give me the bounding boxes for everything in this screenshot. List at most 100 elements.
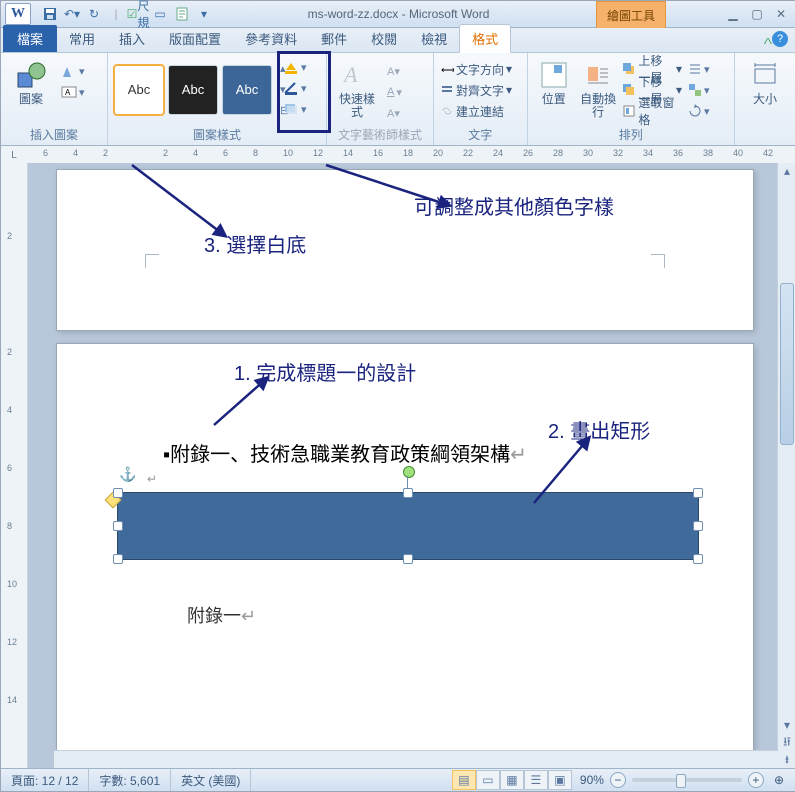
svg-text:⟷: ⟷: [441, 65, 454, 76]
zoom-knob[interactable]: [676, 774, 686, 788]
rotate-icon[interactable]: ▾: [686, 101, 728, 121]
edit-shape-icon[interactable]: ▾: [59, 61, 101, 81]
status-bar: 頁面: 12 / 12 字數: 5,601 英文 (美國) ▤ ▭ ▦ ☰ ▣ …: [1, 768, 795, 791]
rotate-handle[interactable]: [403, 466, 415, 478]
selection-pane-button[interactable]: 選取窗格: [622, 101, 682, 121]
contextual-tab-label: 繪圖工具: [596, 1, 666, 28]
tab-view[interactable]: 檢視: [409, 25, 459, 52]
text-direction-button[interactable]: ⟷文字方向▾: [440, 59, 512, 79]
selection-handle[interactable]: [113, 554, 123, 564]
style-swatch-2[interactable]: Abc: [168, 65, 218, 115]
redo-icon[interactable]: ↻: [85, 5, 103, 23]
shapes-button[interactable]: 圖案: [7, 55, 55, 110]
style-swatch-3[interactable]: Abc: [222, 65, 272, 115]
tab-review[interactable]: 校閱: [359, 25, 409, 52]
shape-fill-icon[interactable]: ▾: [281, 57, 323, 77]
size-label: 大小: [753, 93, 777, 106]
group-arrange: 位置 自動換行 上移一層▾ 下移一層▾ 選取窗格 ▾ ▾ ▾ 排列: [528, 53, 735, 145]
group-label-insert: 插入圖案: [7, 124, 101, 145]
help-icon[interactable]: ?: [772, 31, 788, 47]
view-draft-icon[interactable]: ▣: [548, 770, 572, 790]
style-swatch-1[interactable]: Abc: [114, 65, 164, 115]
selection-handle[interactable]: [113, 521, 123, 531]
selection-handle[interactable]: [403, 488, 413, 498]
crop-mark-icon: [649, 254, 665, 270]
group-label-text: 文字: [440, 124, 521, 145]
shape-outline-icon[interactable]: ▾: [281, 78, 323, 98]
new-icon[interactable]: ▭: [151, 5, 169, 23]
zoom-in-icon[interactable]: +: [748, 772, 764, 788]
scroll-thumb[interactable]: [780, 283, 794, 445]
anchor-icon[interactable]: ⚓: [119, 466, 136, 483]
tab-file[interactable]: 檔案: [3, 25, 57, 52]
crop-mark-icon: [145, 254, 161, 270]
title-bar: W ↶▾ ↻ | ☑尺規 ▭ ▾ ms-word-zz.docx - Micro…: [1, 1, 795, 28]
app-icon[interactable]: W: [5, 3, 31, 25]
next-page-icon[interactable]: ⭽: [778, 753, 795, 769]
body-text[interactable]: 附錄一↵: [187, 602, 256, 628]
viewport[interactable]: ▪附錄一、技術急職業教育政策綱領架構↵ ⚓ ↵ 附錄一↵: [28, 163, 795, 769]
tab-references[interactable]: 參考資料: [233, 25, 309, 52]
shape-effects-icon[interactable]: ▾: [281, 99, 323, 119]
tab-home[interactable]: 常用: [57, 25, 107, 52]
vertical-scrollbar[interactable]: ▴ ▾ ⭿ ⭽: [777, 163, 795, 769]
restore-icon[interactable]: ▢: [748, 7, 766, 21]
align-icon[interactable]: ▾: [686, 59, 728, 79]
wrap-button[interactable]: 自動換行: [578, 55, 618, 123]
ruler-toggle[interactable]: ☑尺規: [129, 5, 147, 23]
quick-styles-button: A 快速樣式: [333, 55, 381, 123]
undo-icon[interactable]: ↶▾: [63, 5, 81, 23]
tab-mailings[interactable]: 郵件: [309, 25, 359, 52]
scroll-up-icon[interactable]: ▴: [778, 163, 795, 179]
position-label: 位置: [542, 93, 566, 106]
rectangle-shape[interactable]: [117, 492, 699, 560]
group-label-arrange: 排列: [534, 124, 728, 145]
zoom-controls: 90% − + ⊕: [572, 772, 795, 788]
page-icon[interactable]: [173, 5, 191, 23]
group-size: 大小: [735, 53, 795, 145]
page-indicator[interactable]: 頁面: 12 / 12: [1, 769, 89, 791]
tab-insert[interactable]: 插入: [107, 25, 157, 52]
minimize-icon[interactable]: ▁: [724, 7, 742, 21]
group-label-styles: 圖案樣式: [114, 124, 320, 145]
close-icon[interactable]: ✕: [772, 7, 790, 21]
selection-handle[interactable]: [693, 521, 703, 531]
save-icon[interactable]: [41, 5, 59, 23]
textbox-icon[interactable]: A▾: [59, 82, 101, 102]
prev-page-icon[interactable]: ⭿: [778, 735, 795, 751]
group-label-size: [741, 141, 789, 145]
ribbon: 圖案 ▾ A▾ 插入圖案 Abc Abc Abc ▴ ▾ ⊟ 圖: [1, 53, 795, 146]
align-text-button[interactable]: 對齊文字▾: [440, 80, 512, 100]
position-icon: [538, 59, 570, 91]
size-button[interactable]: 大小: [741, 55, 789, 110]
view-read-icon[interactable]: ▭: [476, 770, 500, 790]
zoom-slider[interactable]: [632, 778, 742, 782]
view-web-icon[interactable]: ▦: [500, 770, 524, 790]
zoom-level[interactable]: 90%: [580, 773, 604, 787]
tab-format[interactable]: 格式: [459, 24, 511, 53]
tab-layout[interactable]: 版面配置: [157, 25, 233, 52]
selection-handle[interactable]: [693, 554, 703, 564]
view-buttons: ▤ ▭ ▦ ☰ ▣: [452, 770, 572, 790]
selection-handle[interactable]: [403, 554, 413, 564]
view-outline-icon[interactable]: ☰: [524, 770, 548, 790]
group-icon[interactable]: ▾: [686, 80, 728, 100]
selection-handle[interactable]: [113, 488, 123, 498]
window-title: ms-word-zz.docx - Microsoft Word: [308, 7, 490, 21]
quick-styles-label: 快速樣式: [335, 93, 379, 119]
page-current[interactable]: ▪附錄一、技術急職業教育政策綱領架構↵ ⚓ ↵ 附錄一↵: [56, 343, 754, 765]
selection-handle[interactable]: [693, 488, 703, 498]
language-indicator[interactable]: 英文 (美國): [171, 769, 251, 791]
ribbon-tabs: 檔案 常用 插入 版面配置 參考資料 郵件 校閱 檢視 格式 ᐱ ?: [1, 28, 795, 53]
vertical-ruler[interactable]: 22468101214: [1, 163, 28, 769]
zoom-out-icon[interactable]: −: [610, 772, 626, 788]
qat-more-icon[interactable]: ▾: [195, 5, 213, 23]
heading-text[interactable]: ▪附錄一、技術急職業教育政策綱領架構↵: [163, 438, 527, 467]
scroll-down-icon[interactable]: ▾: [778, 717, 795, 733]
zoom-fit-icon[interactable]: ⊕: [770, 773, 788, 787]
position-button[interactable]: 位置: [534, 55, 574, 110]
word-count[interactable]: 字數: 5,601: [89, 769, 171, 791]
horizontal-scrollbar[interactable]: [54, 750, 778, 769]
minimize-ribbon-icon[interactable]: ᐱ: [764, 36, 772, 46]
view-print-icon[interactable]: ▤: [452, 770, 476, 790]
